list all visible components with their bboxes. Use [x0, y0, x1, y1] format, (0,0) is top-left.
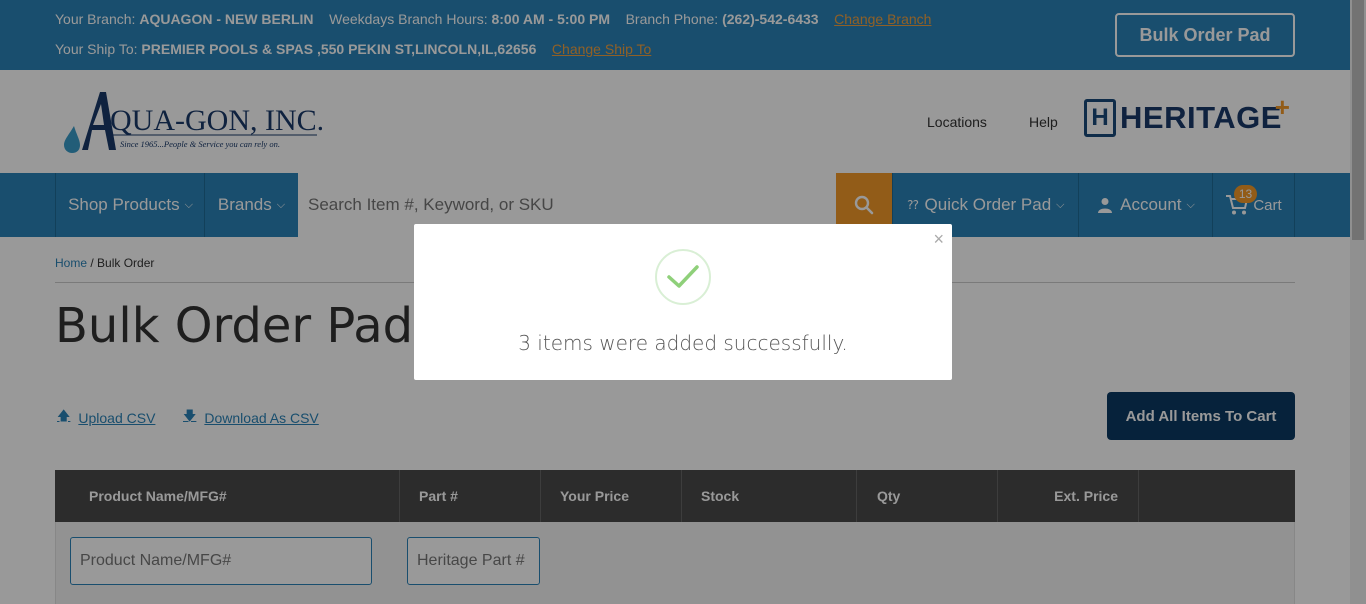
close-icon[interactable]: × [933, 229, 944, 250]
success-check-icon [655, 249, 711, 305]
success-modal: × 3 items were added successfully. [414, 224, 952, 380]
success-message: 3 items were added successfully. [518, 331, 848, 355]
